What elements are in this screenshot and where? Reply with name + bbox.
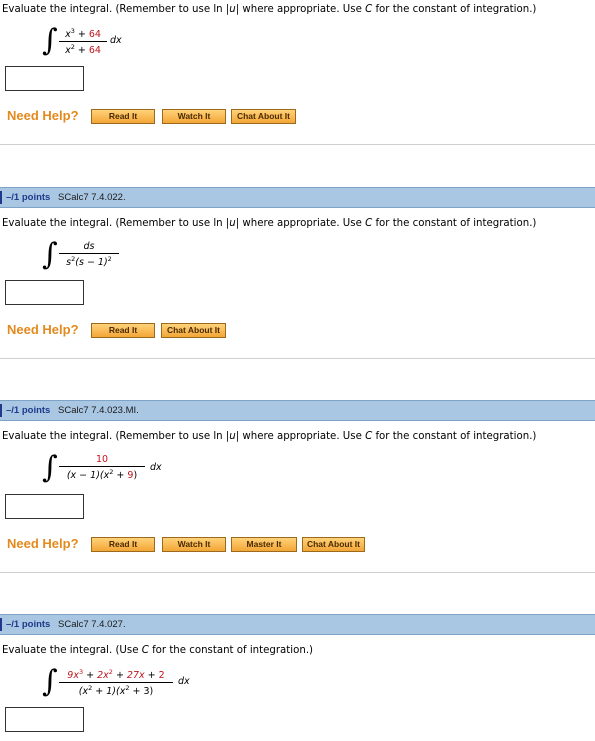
q3-points: –/1 points xyxy=(6,405,51,416)
q4-reference: SCalc7 7.4.027. xyxy=(58,619,126,630)
q2-prompt: Evaluate the integral. (Remember to use … xyxy=(2,218,537,229)
q4-answer-input[interactable] xyxy=(5,707,84,732)
q3-numerator: 10 xyxy=(95,454,109,465)
q3-master-it-button[interactable]: Master It xyxy=(231,537,297,552)
q3-dx: dx xyxy=(150,462,162,473)
q3-header-bar: –/1 points SCalc7 7.4.023.MI. xyxy=(0,400,595,421)
q3-need-help-label: Need Help? xyxy=(7,536,79,551)
q1-read-it-button[interactable]: Read It xyxy=(91,109,155,124)
q1-need-help-label: Need Help? xyxy=(7,108,79,123)
q2-denominator: s2(s − 1)2 xyxy=(66,255,112,269)
q2-numerator: ds xyxy=(83,241,95,252)
q3-header-edge xyxy=(0,404,2,417)
q3-prompt: Evaluate the integral. (Remember to use … xyxy=(2,431,537,442)
q3-denominator: (x − 1)(x2 + 9) xyxy=(66,468,138,482)
q2-reference: SCalc7 7.4.022. xyxy=(58,192,126,203)
q4-header-bar: –/1 points SCalc7 7.4.027. xyxy=(0,614,595,635)
q4-denominator: (x2 + 1)(x2 + 3) xyxy=(78,684,154,698)
q1-chat-about-it-button[interactable]: Chat About It xyxy=(231,109,296,124)
q2-points: –/1 points xyxy=(6,192,51,203)
q1-denominator: x2 + 64 xyxy=(65,43,101,57)
q3-chat-about-it-button[interactable]: Chat About It xyxy=(302,537,365,552)
q2-header-edge xyxy=(0,191,2,204)
q1-prompt: Evaluate the integral. (Remember to use … xyxy=(2,4,537,15)
q1-dx: dx xyxy=(110,35,122,46)
q4-numerator: 9x3 + 2x2 + 27x + 2 xyxy=(67,668,165,682)
q4-points: –/1 points xyxy=(6,619,51,630)
divider xyxy=(0,144,595,145)
q1-answer-input[interactable] xyxy=(5,66,84,91)
divider xyxy=(0,572,595,573)
q3-fraction: 10 (x − 1)(x2 + 9) xyxy=(59,454,145,481)
q4-dx: dx xyxy=(178,676,190,687)
integral-sign: ∫ xyxy=(42,664,58,699)
q4-fraction: 9x3 + 2x2 + 27x + 2 (x2 + 1)(x2 + 3) xyxy=(59,668,173,697)
q2-fraction: ds s2(s − 1)2 xyxy=(59,241,119,268)
divider xyxy=(0,358,595,359)
q4-header-edge xyxy=(0,618,2,631)
q2-answer-input[interactable] xyxy=(5,280,84,305)
q2-chat-about-it-button[interactable]: Chat About It xyxy=(161,323,226,338)
q1-watch-it-button[interactable]: Watch It xyxy=(162,109,226,124)
q2-header-bar: –/1 points SCalc7 7.4.022. xyxy=(0,187,595,208)
integral-sign: ∫ xyxy=(42,450,58,485)
q2-read-it-button[interactable]: Read It xyxy=(91,323,155,338)
q3-reference: SCalc7 7.4.023.MI. xyxy=(58,405,139,416)
integral-sign: ∫ xyxy=(42,237,58,272)
q4-prompt: Evaluate the integral. (Use C for the co… xyxy=(2,645,314,656)
integral-sign: ∫ xyxy=(42,23,58,58)
q1-fraction: x3 + 64 x2 + 64 xyxy=(59,27,107,56)
q3-answer-input[interactable] xyxy=(5,494,84,519)
q1-numerator: x3 + 64 xyxy=(65,27,101,41)
q2-need-help-label: Need Help? xyxy=(7,322,79,337)
q3-watch-it-button[interactable]: Watch It xyxy=(162,537,226,552)
q3-read-it-button[interactable]: Read It xyxy=(91,537,155,552)
